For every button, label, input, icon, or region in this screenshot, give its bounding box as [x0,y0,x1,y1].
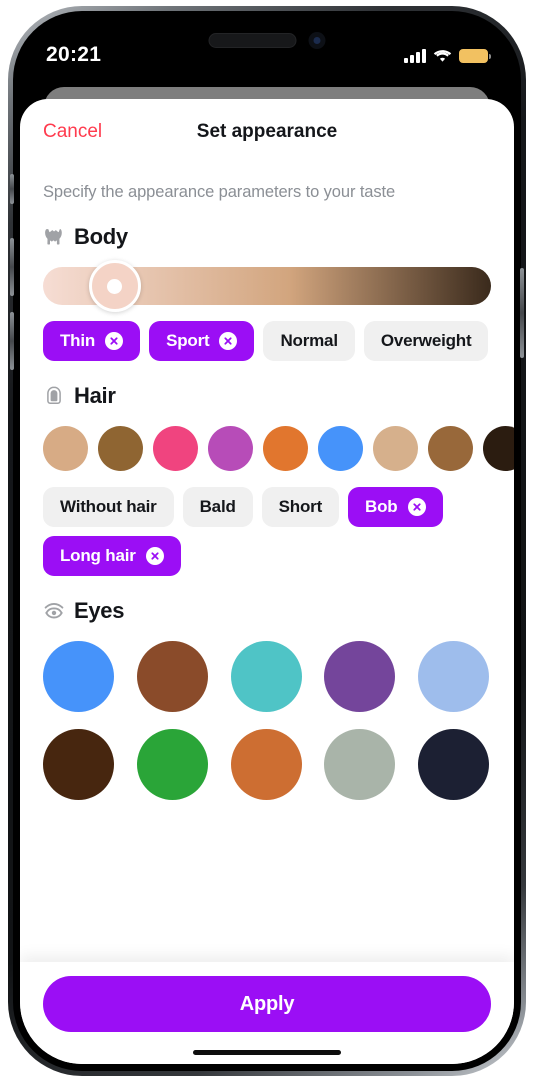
eye-color-swatch[interactable] [324,641,396,712]
eye-color-swatch[interactable] [230,729,302,800]
body-type-chip-row: Thin Sport Normal Overweight [43,321,491,361]
eye-color-swatch[interactable] [43,641,114,712]
phone-bezel: 20:21 Cancel Set appearance Specify the … [10,11,524,1071]
section-hair: Hair Without hair Bald Short Bob Long hair [43,383,514,576]
section-eyes: Eyes [43,598,491,800]
section-header-hair: Hair [43,383,491,409]
chip-remove-icon[interactable] [145,547,164,565]
body-icon [43,226,65,248]
chip-hair-long-hair[interactable]: Long hair [43,536,181,576]
skin-tone-slider[interactable] [43,260,491,312]
modal-subtitle: Specify the appearance parameters to you… [43,183,396,201]
volume-down-button[interactable] [10,312,14,370]
hair-color-swatch[interactable] [483,426,514,471]
chip-body-overweight[interactable]: Overweight [363,321,489,361]
volume-up-button[interactable] [10,238,14,296]
modal-footer: Apply [20,962,514,1064]
chip-label: Bob [365,497,398,516]
hair-color-swatch[interactable] [373,426,418,471]
chip-remove-icon[interactable] [407,498,426,516]
chip-label: Thin [60,331,96,350]
eye-color-swatch[interactable] [418,641,490,712]
eye-color-swatch[interactable] [136,729,208,800]
chip-label: Short [278,497,323,516]
chip-body-sport[interactable]: Sport [149,321,255,361]
front-camera-icon [308,32,326,49]
cancel-button[interactable]: Cancel [43,121,102,143]
phone-screen: 20:21 Cancel Set appearance Specify the … [20,18,514,1064]
hair-color-swatch[interactable] [43,426,88,471]
power-button[interactable] [520,268,524,358]
chip-remove-icon[interactable] [219,332,238,350]
hair-color-swatch[interactable] [263,426,308,471]
hair-color-swatch[interactable] [428,426,473,471]
chip-label: Normal [280,331,338,350]
status-bar-time: 20:21 [46,43,102,66]
set-appearance-modal: Cancel Set appearance Specify the appear… [20,99,514,1064]
chip-hair-without-hair[interactable]: Without hair [43,487,174,527]
cellular-signal-icon [404,49,426,63]
chip-hair-bald[interactable]: Bald [182,487,253,527]
hair-color-swatch-row[interactable] [43,426,514,471]
section-body: Body Thin Sport Normal Overweight [43,224,491,361]
chip-label: Without hair [60,497,157,516]
chip-body-normal[interactable]: Normal [263,321,355,361]
modal-scroll-area[interactable]: Specify the appearance parameters to you… [20,165,514,962]
status-bar: 20:21 [20,18,514,82]
eyes-icon [43,600,65,622]
modal-header: Cancel Set appearance [20,99,514,165]
wifi-icon [433,49,452,63]
chip-label: Long hair [60,546,136,565]
hair-color-swatch[interactable] [153,426,198,471]
section-title-hair: Hair [74,383,116,408]
battery-icon [459,49,491,63]
hair-color-swatch[interactable] [208,426,253,471]
chip-hair-short[interactable]: Short [261,487,340,527]
section-title-eyes: Eyes [74,598,125,623]
hair-color-swatch[interactable] [318,426,363,471]
chip-body-thin[interactable]: Thin [43,321,141,361]
eye-color-swatch[interactable] [418,729,490,800]
section-title-body: Body [74,224,128,249]
chip-label: Overweight [380,331,472,350]
chip-hair-bob[interactable]: Bob [348,487,443,527]
eye-color-swatch-grid[interactable] [43,641,491,800]
hair-style-chip-row: Without hair Bald Short Bob Long hair [43,487,491,576]
section-header-body: Body [43,224,491,250]
home-indicator[interactable] [193,1050,341,1055]
dynamic-island [208,32,326,49]
eye-color-swatch[interactable] [136,641,208,712]
eye-color-swatch[interactable] [43,729,114,800]
eye-color-swatch[interactable] [324,729,396,800]
hair-color-swatch[interactable] [98,426,143,471]
apply-button[interactable]: Apply [43,976,491,1032]
chip-label: Sport [166,331,210,350]
skin-tone-slider-thumb[interactable] [88,260,141,312]
eye-color-swatch[interactable] [230,641,302,712]
chip-remove-icon[interactable] [105,332,124,350]
phone-frame: 20:21 Cancel Set appearance Specify the … [8,6,526,1076]
chip-label: Bald [199,497,236,516]
status-bar-indicators [404,49,491,63]
speaker-grille-icon [208,33,297,48]
section-header-eyes: Eyes [43,598,491,624]
silent-switch-button[interactable] [10,174,14,204]
hair-icon [43,385,65,407]
